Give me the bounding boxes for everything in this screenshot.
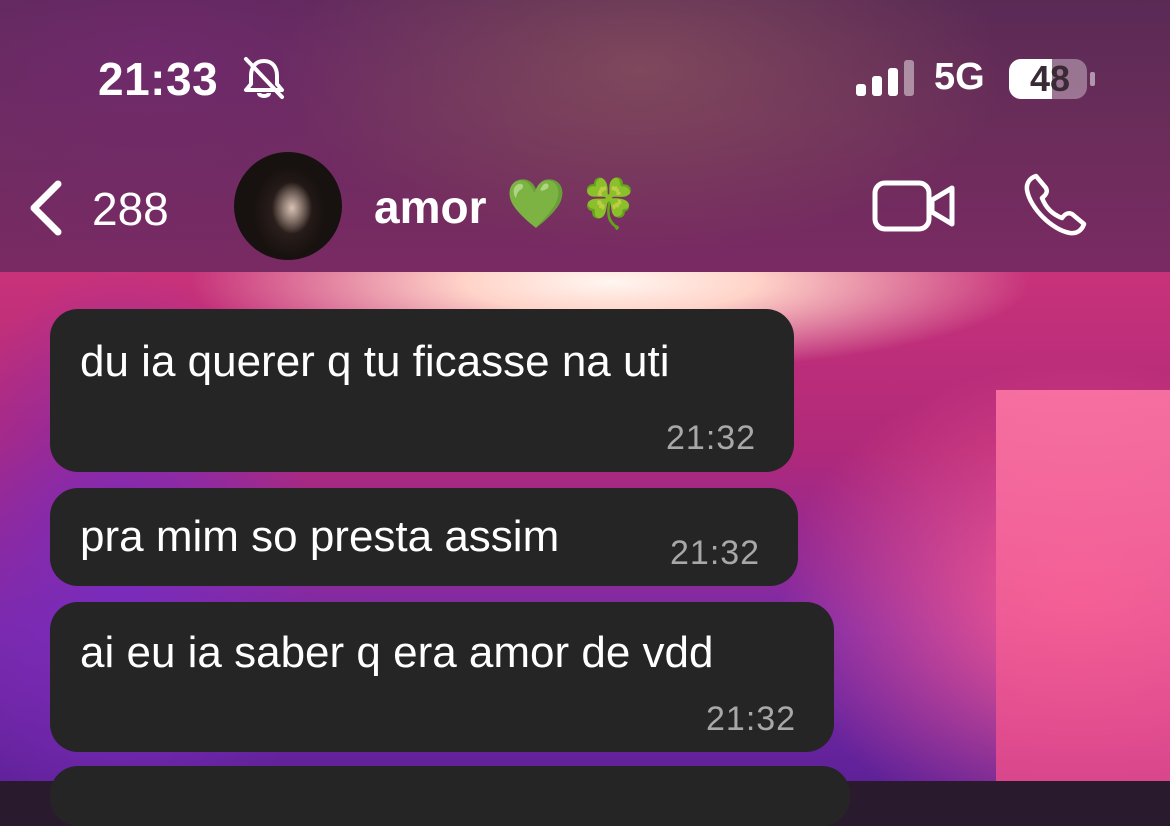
signal-bars-icon: [856, 60, 914, 96]
contact-avatar[interactable]: [234, 152, 342, 260]
message-bubble[interactable]: pra mim so presta assim 21:32: [50, 488, 798, 586]
phone-icon[interactable]: [1022, 172, 1088, 238]
message-time: 21:32: [706, 700, 797, 738]
message-bubble[interactable]: du ia querer q tu ficasse na uti 21:32: [50, 309, 794, 472]
contact-emoji: 💚 🍀: [506, 178, 639, 231]
message-time: 21:32: [666, 419, 757, 457]
message-text: du ia querer q tu ficasse na uti: [80, 337, 670, 386]
message-bubble[interactable]: ai eu ia saber q era amor de vdd 21:32: [50, 602, 834, 752]
contact-name[interactable]: amor: [374, 180, 486, 234]
video-camera-icon[interactable]: [872, 178, 956, 234]
status-time: 21:33: [98, 53, 219, 105]
chevron-left-icon[interactable]: [26, 178, 66, 238]
network-type: 5G: [934, 56, 985, 98]
back-unread-count[interactable]: 288: [92, 182, 169, 236]
battery-level: 48: [1029, 58, 1071, 99]
message-text: ai eu ia saber q era amor de vdd: [80, 628, 714, 677]
message-bubble-partial[interactable]: [50, 766, 850, 826]
message-text: pra mim so presta assim: [80, 512, 560, 561]
bell-slash-icon: [244, 57, 284, 99]
wallpaper-detail: [996, 390, 1170, 781]
message-time: 21:32: [670, 534, 761, 572]
chat-header: 21:33 5G 48 288 amor 💚 🍀: [0, 0, 1170, 272]
